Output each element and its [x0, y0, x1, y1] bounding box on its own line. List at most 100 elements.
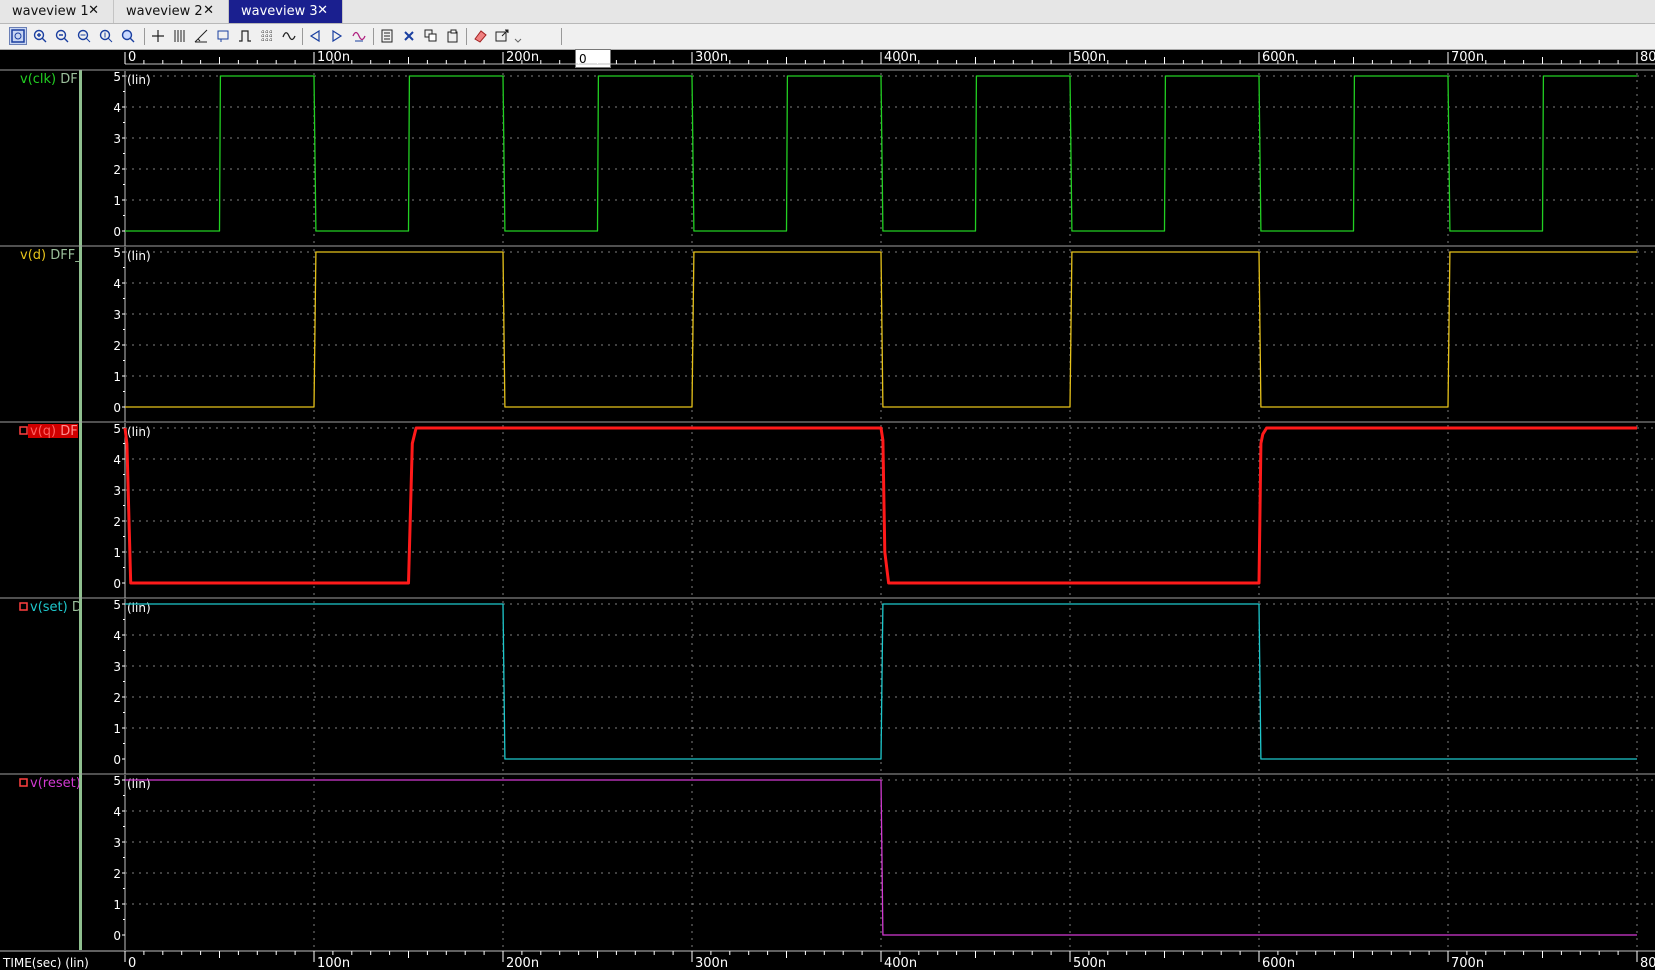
signal-label-d[interactable]: v(d) DFF_ [20, 248, 82, 263]
measure-icon[interactable] [192, 27, 210, 45]
tab-label: waveview 2 [126, 4, 203, 19]
grid-lines-icon[interactable] [171, 27, 189, 45]
cursor-icon[interactable] [149, 27, 167, 45]
bottom-axis-tick-label: 800n [1640, 956, 1655, 970]
top-time-axis: 0 100n 200n 300n 400n 500n 600n 700n 800n [124, 50, 1655, 65]
signal-label-set[interactable]: v(set) D [30, 600, 82, 615]
signal-label-clk[interactable]: v(clk) DFF [20, 72, 85, 87]
y-tick-label: 1 [113, 546, 121, 560]
paste-icon[interactable] [444, 27, 462, 45]
y-tick-label: 4 [113, 629, 121, 643]
close-icon[interactable]: ✕ [317, 3, 328, 18]
panel-set: v(set) D 0 1 2 3 4 5 (lin) [0, 597, 1655, 774]
pulse-icon[interactable] [236, 27, 254, 45]
y-tick-label: 5 [113, 246, 121, 260]
y-tick-label: 0 [113, 577, 121, 591]
y-tick-label: 0 [113, 225, 121, 239]
scale-label: (lin) [127, 249, 151, 263]
signal-list-pane [0, 50, 80, 952]
close-icon[interactable]: ✕ [203, 3, 214, 18]
waveform-set[interactable] [125, 603, 1637, 760]
y-tick-label: 5 [113, 422, 121, 436]
y-tick-label: 5 [113, 70, 121, 84]
tab-waveview-2[interactable]: waveview 2 ✕ [114, 0, 229, 23]
y-tick-label: 1 [113, 898, 121, 912]
top-axis-tick-label: 400n [884, 50, 917, 65]
y-tick-label: 3 [113, 484, 121, 498]
tab-label: waveview 3 [241, 4, 318, 19]
bottom-axis-tick-label: 700n [1451, 956, 1484, 970]
signal-label-q[interactable]: v(q) DF [30, 424, 78, 439]
scale-label: (lin) [127, 425, 151, 439]
y-tick-label: 1 [113, 722, 121, 736]
bottom-axis-tick-label: 200n [506, 956, 539, 970]
signal-label-reset[interactable]: v(reset) [30, 776, 81, 791]
y-tick-label: 0 [113, 401, 121, 415]
y-tick-label: 4 [113, 277, 121, 291]
wave-calc-icon[interactable] [350, 27, 368, 45]
list-icon[interactable] [378, 27, 396, 45]
y-tick-label: 5 [113, 774, 121, 788]
y-tick-label: 2 [113, 163, 121, 177]
zoom-x-icon[interactable] [75, 27, 93, 45]
bottom-axis-tick-label: 400n [884, 956, 917, 970]
panel-clk: v(clk) DFF 0 1 2 3 4 5 (lin) [0, 69, 1655, 246]
y-tick-label: 3 [113, 132, 121, 146]
delete-icon[interactable] [400, 27, 418, 45]
y-tick-label: 3 [113, 308, 121, 322]
y-tick-label: 4 [113, 805, 121, 819]
y-tick-label: 1 [113, 370, 121, 384]
sine-icon[interactable] [280, 27, 298, 45]
prev-icon[interactable] [306, 27, 324, 45]
zoom-area-icon[interactable] [119, 27, 137, 45]
y-tick-label: 3 [113, 836, 121, 850]
top-axis-tick-label: 100n [317, 50, 350, 65]
pane-splitter[interactable] [79, 70, 82, 950]
bottom-axis-tick-label: 0 [128, 956, 136, 970]
zoom-y-icon[interactable] [97, 27, 115, 45]
y-tick-label: 3 [113, 660, 121, 674]
top-axis-tick-label: 700n [1451, 50, 1484, 65]
panel-q: v(q) DF 0 1 2 3 4 5 (lin) [0, 421, 1655, 598]
bottom-time-axis: TIME(sec) (lin) 0 100n 200n 300n 400n 500n 600n… [0, 950, 1655, 970]
bottom-axis-tick-label: 100n [317, 956, 350, 970]
eraser-icon[interactable] [471, 27, 489, 45]
y-tick-label: 4 [113, 453, 121, 467]
y-tick-label: 0 [113, 753, 121, 767]
top-axis-tick-label: 800n [1640, 50, 1655, 65]
y-tick-label: 5 [113, 598, 121, 612]
y-tick-label: 2 [113, 339, 121, 353]
y-tick-label: 2 [113, 691, 121, 705]
zoom-out-icon[interactable] [53, 27, 71, 45]
zoom-fit-icon[interactable] [9, 27, 27, 45]
export-icon[interactable] [493, 27, 511, 45]
dropdown-icon[interactable] [513, 27, 523, 45]
time-axis-label: TIME(sec) (lin) [2, 956, 89, 970]
next-icon[interactable] [328, 27, 346, 45]
y-tick-label: 2 [113, 867, 121, 881]
bottom-axis-tick-label: 600n [1262, 956, 1295, 970]
top-axis-tick-label: 500n [1073, 50, 1106, 65]
grid-icon[interactable] [258, 27, 276, 45]
y-tick-label: 2 [113, 515, 121, 529]
tab-bar: waveview 1 ✕ waveview 2 ✕ waveview 3 ✕ [0, 0, 1655, 24]
bottom-axis-tick-label: 500n [1073, 956, 1106, 970]
scale-label: (lin) [127, 777, 151, 791]
toolbar: x [0, 24, 1655, 68]
marker-icon[interactable] [214, 27, 232, 45]
top-axis-tick-label: 0 [128, 50, 136, 65]
panel-d: v(d) DFF_ 0 1 2 3 4 5 (lin) [0, 245, 1655, 422]
panel-reset: v(reset) 0 1 2 3 4 5 (lin) [0, 773, 1655, 950]
scale-label: (lin) [127, 601, 151, 615]
copy-icon[interactable] [422, 27, 440, 45]
tab-waveview-1[interactable]: waveview 1 ✕ [0, 0, 114, 23]
y-tick-label: 1 [113, 194, 121, 208]
tab-waveview-3[interactable]: waveview 3 ✕ [229, 0, 343, 23]
y-tick-label: 0 [113, 929, 121, 943]
zoom-in-icon[interactable] [31, 27, 49, 45]
close-icon[interactable]: ✕ [88, 3, 99, 18]
tab-label: waveview 1 [12, 4, 89, 19]
bottom-axis-tick-label: 300n [695, 956, 728, 970]
waveform-view[interactable]: 0 100n 200n 300n 400n 500n 600n 700n 800n v(clk) … [0, 50, 1655, 970]
y-tick-label: 4 [113, 101, 121, 115]
